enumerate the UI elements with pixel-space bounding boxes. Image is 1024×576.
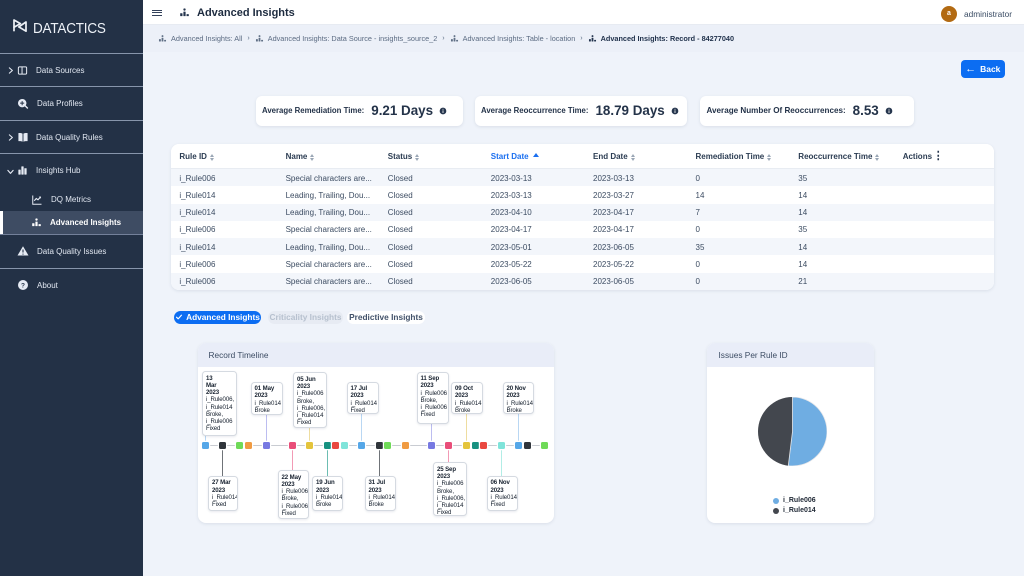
svg-text:?: ? [21,282,25,289]
